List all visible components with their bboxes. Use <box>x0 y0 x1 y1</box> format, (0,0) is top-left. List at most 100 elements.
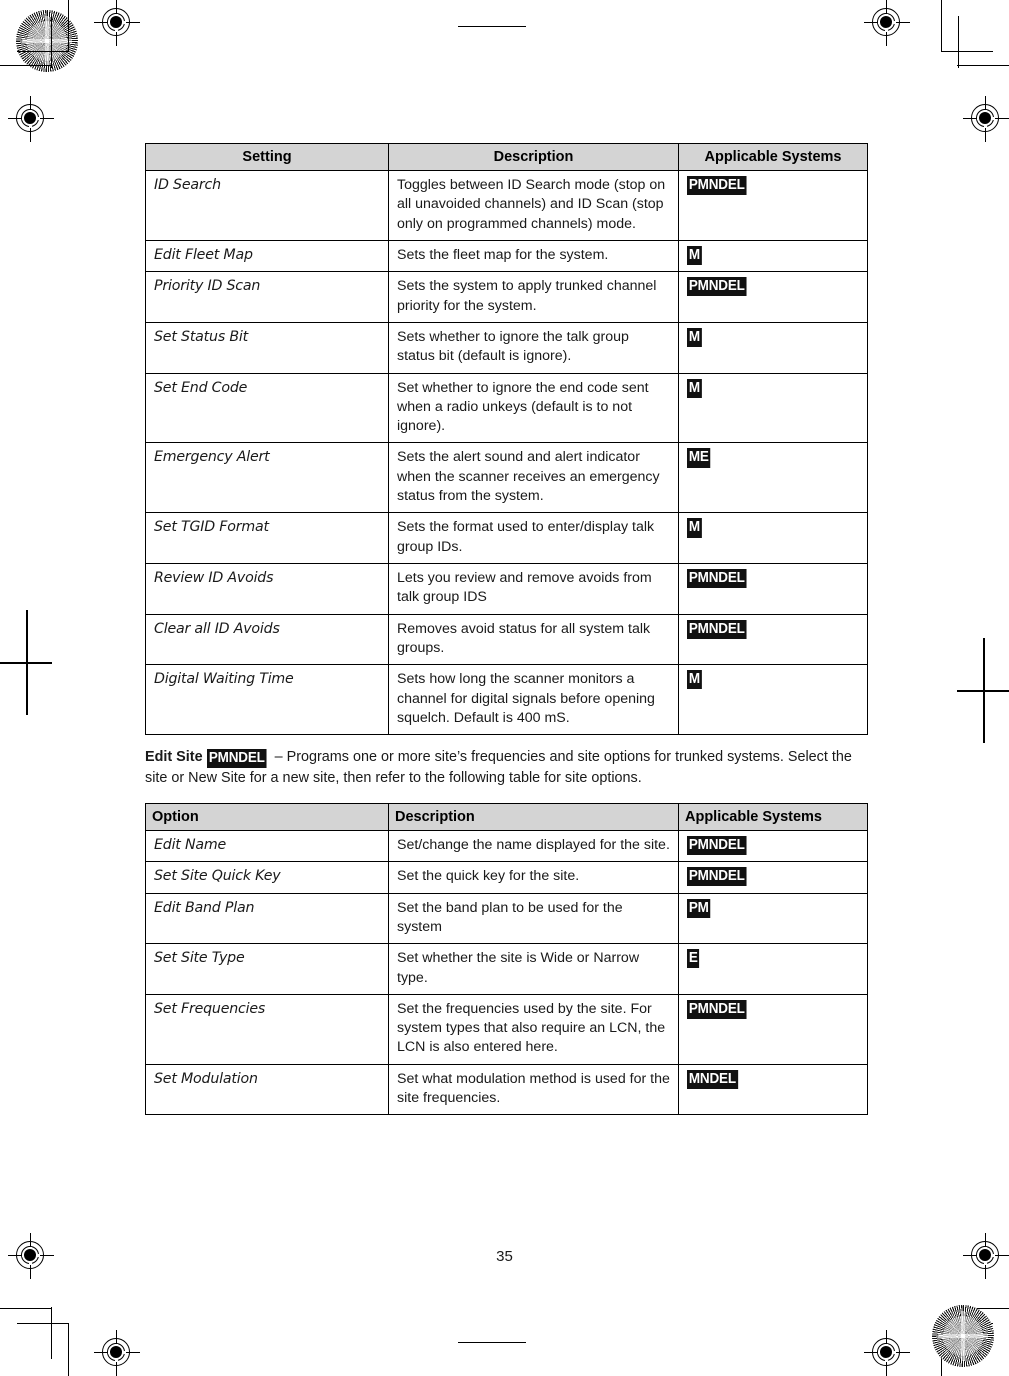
option-systems: PMNDEL <box>678 829 868 863</box>
starburst-registration-target-bottom-right <box>932 1305 994 1367</box>
table-row: Emergency Alert Sets the alert sound and… <box>145 442 868 514</box>
crosshair-registration-target-bottom-left <box>94 1330 140 1376</box>
setting-name: ID Search <box>145 170 389 241</box>
option-name: Edit Name <box>145 829 389 863</box>
systems-badge: M <box>687 378 702 398</box>
crop-mark-bottom-left-vertical <box>51 1307 53 1359</box>
setting-description: Sets whether to ignore the talk group st… <box>388 321 679 374</box>
crop-mark-top-left-vertical <box>68 0 70 52</box>
site-options-table: Option Description Applicable Systems Ed… <box>145 802 868 1116</box>
setting-name: Clear all ID Avoids <box>145 613 389 666</box>
edit-site-systems-badge: PMNDEL <box>206 749 267 769</box>
systems-badge: M <box>687 327 702 348</box>
systems-badge: M <box>687 518 702 538</box>
option-systems: MNDEL <box>678 1063 868 1116</box>
table-row: Set Status Bit Sets whether to ignore th… <box>145 321 868 374</box>
crop-mark-top-left-horizontal-2 <box>17 51 69 53</box>
setting-description: Toggles between ID Search mode (stop on … <box>388 170 679 241</box>
registration-cross-left <box>0 610 52 715</box>
setting-description: Sets how long the scanner monitors a cha… <box>388 664 679 736</box>
setting-description: Removes avoid status for all system talk… <box>388 613 679 666</box>
column-header-description: Description <box>388 143 679 171</box>
edit-site-label: Edit Site <box>145 749 203 766</box>
setting-systems: M <box>678 372 868 444</box>
crop-mark-top-center <box>458 26 526 28</box>
systems-badge: PMNDEL <box>687 835 747 856</box>
table-row: Digital Waiting Time Sets how long the s… <box>145 664 868 736</box>
crop-mark-bottom-left-horizontal <box>0 1308 52 1310</box>
page-content: Setting Description Applicable Systems I… <box>145 143 868 1116</box>
setting-name: Review ID Avoids <box>145 563 389 615</box>
crosshair-registration-target-right-upper <box>963 96 1009 142</box>
setting-name: Edit Fleet Map <box>145 239 389 273</box>
setting-description: Sets the format used to enter/display ta… <box>388 512 679 564</box>
option-name: Set Modulation <box>145 1063 389 1116</box>
setting-name: Set Status Bit <box>145 321 389 374</box>
crosshair-registration-target-top-left <box>94 0 140 46</box>
systems-badge: PMNDEL <box>687 569 747 589</box>
table-row: ID Search Toggles between ID Search mode… <box>145 170 868 241</box>
setting-systems: M <box>678 321 868 374</box>
crop-mark-bottom-left-vertical-2 <box>68 1323 70 1376</box>
setting-name: Set End Code <box>145 372 389 444</box>
systems-badge: M <box>687 245 702 266</box>
option-description: Set/change the name displayed for the si… <box>388 829 679 863</box>
system-settings-table: Setting Description Applicable Systems I… <box>145 143 868 736</box>
setting-description: Set whether to ignore the end code sent … <box>388 372 679 444</box>
table-row: Set Frequencies Set the frequencies used… <box>145 993 868 1065</box>
option-description: Set the quick key for the site. <box>388 861 679 894</box>
table-header-row: Option Description Applicable Systems <box>145 802 868 831</box>
setting-systems: ME <box>678 442 868 514</box>
option-name: Edit Band Plan <box>145 892 389 945</box>
option-name: Set Site Type <box>145 943 389 995</box>
option-description: Set whether the site is Wide or Narrow t… <box>388 943 679 995</box>
setting-systems: PMNDEL <box>678 271 868 323</box>
crosshair-registration-target-bottom-center <box>864 1330 910 1376</box>
column-header-applicable-systems: Applicable Systems <box>678 802 868 831</box>
table-row: Set TGID Format Sets the format used to … <box>145 512 868 564</box>
crosshair-registration-target-top-right <box>864 0 910 46</box>
option-systems: PM <box>678 892 868 945</box>
crop-mark-bottom-left-horizontal-2 <box>17 1323 69 1325</box>
systems-badge: ME <box>687 448 711 468</box>
setting-systems: PMNDEL <box>678 170 868 241</box>
setting-systems: M <box>678 239 868 273</box>
setting-description: Lets you review and remove avoids from t… <box>388 563 679 615</box>
table-row: Set Site Quick Key Set the quick key for… <box>145 861 868 894</box>
table-row: Set End Code Set whether to ignore the e… <box>145 372 868 444</box>
table-row: Edit Band Plan Set the band plan to be u… <box>145 892 868 945</box>
systems-badge: PMNDEL <box>687 176 747 196</box>
setting-description: Sets the alert sound and alert indicator… <box>388 442 679 514</box>
page-number: 35 <box>496 1248 513 1265</box>
option-name: Set Site Quick Key <box>145 861 389 894</box>
table-row: Review ID Avoids Lets you review and rem… <box>145 563 868 615</box>
column-header-option: Option <box>145 802 389 831</box>
setting-name: Set TGID Format <box>145 512 389 564</box>
systems-badge: PMNDEL <box>687 277 747 297</box>
column-header-setting: Setting <box>145 143 389 171</box>
column-header-applicable-systems: Applicable Systems <box>678 143 868 171</box>
table-row: Set Site Type Set whether the site is Wi… <box>145 943 868 995</box>
setting-systems: PMNDEL <box>678 563 868 615</box>
setting-description: Sets the system to apply trunked channel… <box>388 271 679 323</box>
table-row: Clear all ID Avoids Removes avoid status… <box>145 613 868 666</box>
edit-site-paragraph: Edit Site PMNDEL – Programs one or more … <box>145 747 871 789</box>
crop-mark-top-right-vertical-2 <box>958 16 960 68</box>
option-description: Set the frequencies used by the site. Fo… <box>388 993 679 1065</box>
crop-mark-top-right-vertical <box>941 0 943 52</box>
option-systems: PMNDEL <box>678 993 868 1065</box>
systems-badge: E <box>687 949 700 969</box>
setting-systems: PMNDEL <box>678 613 868 666</box>
table-row: Priority ID Scan Sets the system to appl… <box>145 271 868 323</box>
setting-name: Emergency Alert <box>145 442 389 514</box>
table-row: Edit Name Set/change the name displayed … <box>145 829 868 863</box>
table-header-row: Setting Description Applicable Systems <box>145 143 868 171</box>
option-systems: E <box>678 943 868 995</box>
option-description: Set the band plan to be used for the sys… <box>388 892 679 945</box>
setting-systems: M <box>678 512 868 564</box>
option-name: Set Frequencies <box>145 993 389 1065</box>
crop-mark-top-right-horizontal <box>957 65 1009 67</box>
option-description: Set what modulation method is used for t… <box>388 1063 679 1116</box>
crop-mark-top-left-vertical-2 <box>51 16 53 68</box>
crop-mark-bottom-center <box>458 1342 526 1344</box>
